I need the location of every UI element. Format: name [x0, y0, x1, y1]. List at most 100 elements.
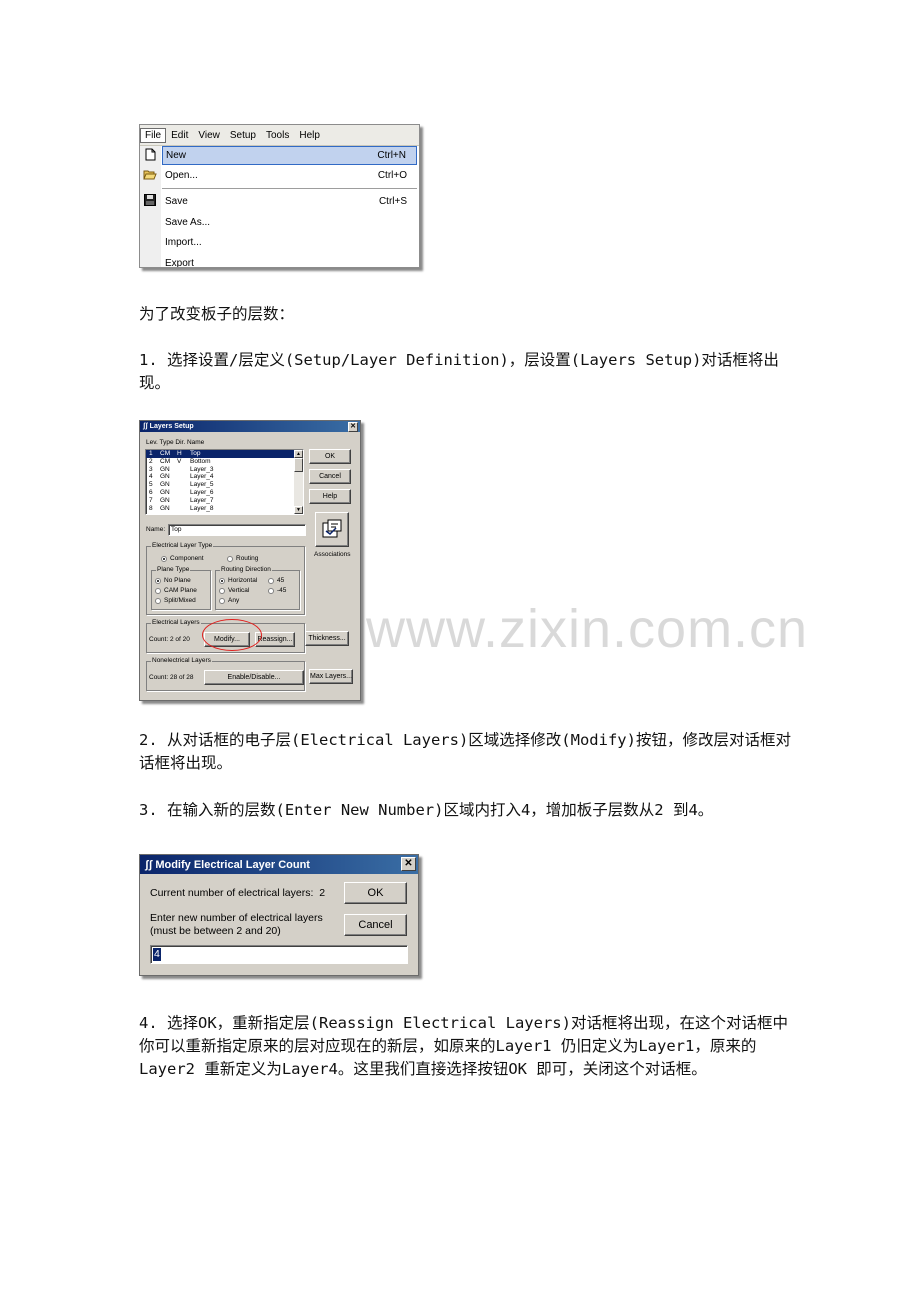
dialog-titlebar: ʃʃ Layers Setup ✕: [140, 421, 360, 432]
layer-list-row[interactable]: 5 GN Layer_5: [146, 481, 303, 489]
cancel-button[interactable]: Cancel: [309, 469, 351, 484]
routing-direction-group: Routing Direction Horizontal Vertical An…: [215, 566, 300, 610]
layer-type: GN: [160, 473, 170, 481]
menu-item-label: Export: [165, 258, 194, 268]
cancel-button[interactable]: Cancel: [344, 914, 407, 936]
layer-lev: 4: [149, 473, 153, 481]
layer-list-row[interactable]: 3 GN Layer_3: [146, 466, 303, 474]
current-count-value: 2: [319, 887, 326, 899]
new-layer-count-input[interactable]: 4: [150, 945, 408, 964]
associations-icon: [322, 519, 342, 538]
scroll-down-icon[interactable]: ▼: [294, 506, 303, 514]
menu-tools[interactable]: Tools: [261, 130, 294, 141]
menu-bar: File Edit View Setup Tools Help: [140, 125, 419, 146]
layer-list-header: Lev. Type Dir. Name: [146, 439, 205, 446]
electrical-count: Count: 2 of 20: [149, 636, 190, 643]
group-title: Electrical Layer Type: [151, 542, 214, 550]
scroll-up-icon[interactable]: ▲: [294, 450, 303, 458]
no-plane-radio[interactable]: No Plane: [155, 577, 191, 584]
menu-item-new[interactable]: New Ctrl+N: [162, 146, 417, 165]
max-layers-button[interactable]: Max Layers...: [309, 669, 353, 684]
menu-view[interactable]: View: [193, 130, 225, 141]
name-field[interactable]: Top: [168, 524, 306, 536]
modify-layer-count-dialog: ʃʃ Modify Electrical Layer Count ✕ Curre…: [139, 854, 419, 976]
menu-help[interactable]: Help: [294, 130, 325, 141]
layer-type: GN: [160, 465, 170, 473]
help-button[interactable]: Help: [309, 489, 351, 504]
layer-name: Layer_8: [190, 504, 214, 512]
horizontal-radio[interactable]: Horizontal: [219, 577, 257, 584]
vertical-radio[interactable]: Vertical: [219, 587, 249, 594]
layer-list-row[interactable]: 8 GN Layer_8: [146, 505, 303, 513]
menu-edit[interactable]: Edit: [166, 130, 193, 141]
menu-item-save[interactable]: Save Ctrl+S: [162, 193, 417, 210]
split-mixed-radio[interactable]: Split/Mixed: [155, 597, 196, 604]
menu-item-open[interactable]: Open... Ctrl+O: [162, 167, 417, 184]
highlight-circle: [202, 619, 262, 651]
menu-item-label: Import...: [165, 237, 202, 248]
layer-name: Top: [190, 450, 201, 457]
layer-type: GN: [160, 504, 170, 512]
associations-button[interactable]: [315, 512, 349, 547]
enter-count-label-2: (must be between 2 and 20): [150, 925, 281, 937]
menu-separator: [162, 188, 417, 189]
layer-dir: V: [177, 457, 182, 465]
group-title: Nonelectrical Layers: [151, 657, 212, 665]
thickness-button[interactable]: Thickness...: [305, 631, 349, 646]
dialog-title: Modify Electrical Layer Count: [155, 858, 310, 871]
file-menu-screenshot: File Edit View Setup Tools Help New Ctrl…: [139, 124, 420, 268]
menu-setup[interactable]: Setup: [225, 130, 261, 141]
layer-lev: 1: [149, 450, 153, 457]
layer-type: CM: [160, 450, 171, 457]
menu-item-save-as[interactable]: Save As...: [162, 214, 417, 231]
nonelectrical-count: Count: 28 of 28: [149, 674, 194, 681]
enable-disable-button[interactable]: Enable/Disable...: [204, 670, 304, 685]
layer-lev: 7: [149, 496, 153, 504]
scroll-thumb[interactable]: [294, 458, 303, 472]
menu-item-label: Open...: [165, 170, 198, 181]
close-icon[interactable]: ✕: [348, 422, 358, 432]
menu-file[interactable]: File: [140, 127, 167, 143]
dialog-titlebar: ʃʃ Modify Electrical Layer Count ✕: [140, 855, 418, 874]
angle-minus-45-radio[interactable]: -45: [268, 587, 286, 594]
layer-list-row[interactable]: 2 CM V Bottom: [146, 458, 303, 466]
layer-type: GN: [160, 481, 170, 489]
layer-type: GN: [160, 496, 170, 504]
layer-list[interactable]: 1 CM H Top 2 CM V Bottom 3 GN Layer_3 4 GN Layer_4 5 GN…: [145, 449, 304, 515]
layer-name: Bottom: [190, 457, 211, 465]
group-title: Plane Type: [156, 566, 191, 574]
close-icon[interactable]: ✕: [401, 857, 416, 871]
layer-lev: 3: [149, 465, 153, 473]
layer-name: Layer_7: [190, 496, 214, 504]
menu-item-export[interactable]: Export: [162, 255, 417, 268]
app-logo-icon: ʃʃ: [145, 858, 153, 871]
layer-list-row[interactable]: 4 GN Layer_4: [146, 473, 303, 481]
step-2-text: 2. 从对话框的电子层(Electrical Layers)区域选择修改(Mod…: [139, 731, 791, 772]
electrical-layer-type-group: Electrical Layer Type Component Routing …: [146, 542, 305, 615]
layer-name: Layer_3: [190, 465, 214, 473]
component-radio[interactable]: Component: [161, 555, 204, 562]
layer-list-scrollbar[interactable]: ▲ ▼: [294, 450, 303, 514]
layer-list-row[interactable]: 7 GN Layer_7: [146, 497, 303, 505]
any-radio[interactable]: Any: [219, 597, 239, 604]
ok-button[interactable]: OK: [309, 449, 351, 464]
layer-list-row[interactable]: 6 GN Layer_6: [146, 489, 303, 497]
angle-45-radio[interactable]: 45: [268, 577, 284, 584]
layer-lev: 6: [149, 488, 153, 496]
menu-item-import[interactable]: Import...: [162, 234, 417, 251]
current-count-label: Current number of electrical layers: 2: [150, 887, 326, 899]
menu-item-shortcut: Ctrl+S: [378, 196, 407, 207]
step-4-text: 4. 选择OK，重新指定层(Reassign Electrical Layers…: [139, 1014, 788, 1078]
intro-text: 为了改变板子的层数：: [139, 305, 295, 323]
step-1-text: 1. 选择设置/层定义(Setup/Layer Definition)，层设置(…: [139, 351, 779, 392]
plane-type-group: Plane Type No Plane CAM Plane Split/Mixe…: [151, 566, 211, 610]
routing-radio[interactable]: Routing: [227, 555, 258, 562]
layer-list-row[interactable]: 1 CM H Top: [146, 450, 303, 458]
menu-item-shortcut: Ctrl+O: [377, 170, 407, 181]
step-3-text: 3. 在输入新的层数(Enter New Number)区域内打入4，增加板子层…: [139, 801, 714, 819]
ok-button[interactable]: OK: [344, 882, 407, 904]
layer-lev: 8: [149, 504, 153, 512]
cam-plane-radio[interactable]: CAM Plane: [155, 587, 197, 594]
layer-lev: 2: [149, 457, 153, 465]
menu-item-shortcut: Ctrl+N: [377, 150, 406, 161]
